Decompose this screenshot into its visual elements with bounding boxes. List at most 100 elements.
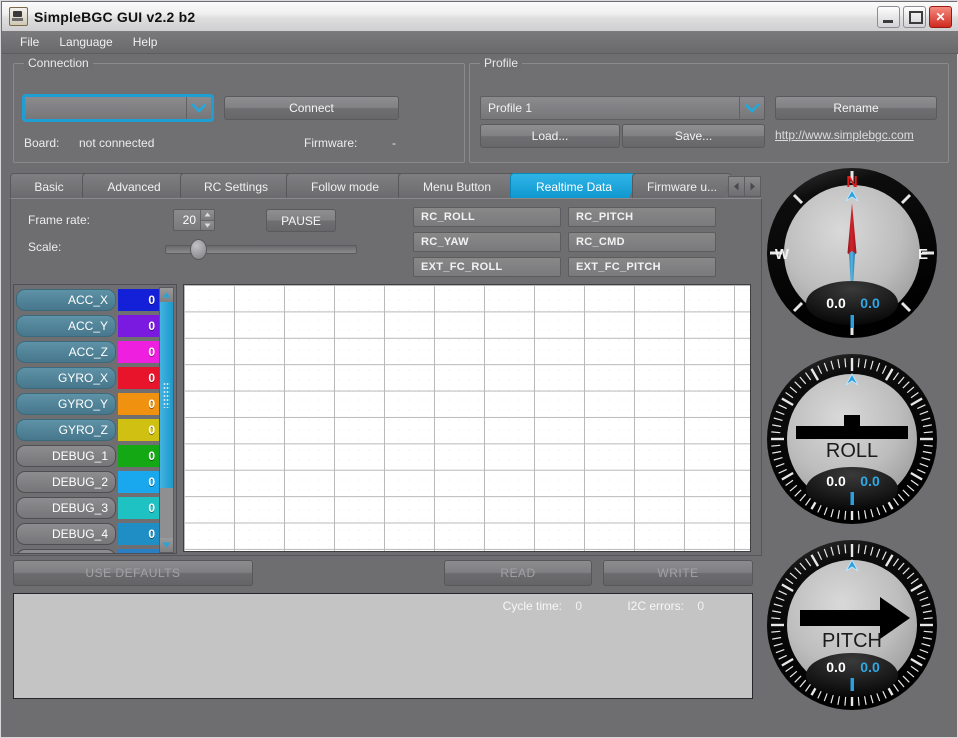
compass-west-label: W (775, 246, 790, 263)
menu-bar: File Language Help (2, 31, 958, 54)
series-list-scroll-thumb[interactable] (160, 302, 173, 488)
tab-scroll-prev-button[interactable] (728, 176, 745, 197)
menu-item-file[interactable]: File (10, 33, 49, 51)
roll-gauge: ROLL 0.0 0.0 (764, 351, 940, 527)
scroll-up-arrow-icon[interactable] (160, 288, 173, 302)
scale-slider[interactable] (165, 239, 357, 260)
series-value-gyro-x: 0 (118, 366, 161, 389)
load-profile-button[interactable]: Load... (480, 124, 620, 148)
profile-select-value: Profile 1 (488, 101, 533, 115)
maximize-button[interactable] (903, 6, 926, 28)
pitch-value-white: 0.0 (826, 659, 846, 675)
window-controls: ✕ (877, 6, 952, 28)
cycle-time-label: Cycle time: (502, 599, 562, 613)
series-label: ACC_X (67, 292, 108, 307)
tab-rc-settings[interactable]: RC Settings (180, 173, 292, 199)
series-label: DEBUG_1 (51, 448, 108, 463)
connect-button[interactable]: Connect (224, 96, 399, 120)
scale-slider-thumb[interactable] (190, 239, 208, 260)
read-button[interactable]: READ (444, 560, 592, 586)
i2c-errors-value: 0 (697, 599, 704, 613)
series-toggle-acc-z[interactable]: ACC_Z (16, 340, 116, 363)
series-label: GYRO_Z (58, 422, 108, 437)
series-list-scrollbar[interactable] (159, 287, 174, 553)
series-toggle-debug-2[interactable]: DEBUG_2 (16, 470, 116, 493)
firmware-label: Firmware: (304, 136, 358, 150)
application-window: SimpleBGC GUI v2.2 b2 ✕ File Language He… (0, 0, 958, 738)
scroll-down-arrow-icon[interactable] (160, 538, 173, 552)
write-button[interactable]: WRITE (603, 560, 753, 586)
series-value-acc-z: 0 (118, 340, 161, 363)
chevron-down-icon (739, 97, 764, 119)
series-toggle-gyro-z[interactable]: GYRO_Z (16, 418, 116, 441)
i2c-errors-label: I2C errors: (627, 599, 684, 613)
close-button[interactable]: ✕ (929, 6, 952, 28)
simplebgc-website-link[interactable]: http://www.simplebgc.com (775, 128, 914, 142)
com-port-select[interactable] (22, 94, 214, 122)
save-profile-button[interactable]: Save... (622, 124, 765, 148)
series-row: ACC_Z 0 (16, 339, 162, 364)
title-bar: SimpleBGC GUI v2.2 b2 ✕ (2, 2, 958, 32)
series-row: GYRO_Z 0 (16, 417, 162, 442)
series-value-gyro-y: 0 (118, 392, 161, 415)
pitch-value-cyan: 0.0 (860, 659, 880, 675)
rc-field-ext-fc-pitch: EXT_FC_PITCH (568, 257, 716, 277)
log-console[interactable]: Cycle time: 0 I2C errors: 0 (13, 593, 753, 699)
series-row: DEBUG_4 0 (16, 521, 162, 546)
roll-value-cyan: 0.0 (860, 473, 880, 489)
realtime-chart-plot[interactable] (183, 284, 751, 552)
pause-button[interactable]: PAUSE (266, 209, 336, 232)
profile-select[interactable]: Profile 1 (480, 96, 765, 120)
use-defaults-button[interactable]: USE DEFAULTS (13, 560, 253, 586)
series-row: GYRO_X 0 (16, 365, 162, 390)
series-row: DEBUG_3 0 (16, 495, 162, 520)
series-toggle-gyro-x[interactable]: GYRO_X (16, 366, 116, 389)
series-value-debug-2: 0 (118, 470, 161, 493)
tab-bar: Basic Advanced RC Settings Follow mode M… (10, 173, 762, 199)
series-toggle-gyro-y[interactable]: GYRO_Y (16, 392, 116, 415)
series-value-gyro-z: 0 (118, 418, 161, 441)
rc-field-rc-yaw: RC_YAW (413, 232, 561, 252)
yaw-compass-gauge: N W E 0.0 0.0 (764, 165, 940, 341)
tab-firmware-upgrade[interactable]: Firmware u... (632, 173, 732, 199)
tab-follow-mode[interactable]: Follow mode (286, 173, 404, 199)
rename-profile-button[interactable]: Rename (775, 96, 937, 120)
series-value-acc-x: 0 (118, 288, 161, 311)
rc-field-rc-roll: RC_ROLL (413, 207, 561, 227)
firmware-value: - (392, 136, 396, 150)
menu-item-help[interactable]: Help (123, 33, 168, 51)
frame-rate-decrement-button[interactable] (201, 219, 214, 230)
series-toggle-partial[interactable] (16, 548, 116, 553)
series-label: DEBUG_3 (51, 500, 108, 515)
series-value-partial (118, 548, 161, 553)
tab-realtime-data[interactable]: Realtime Data (510, 173, 638, 199)
connection-panel: Connection Connect Board: not connected … (13, 56, 465, 163)
series-label: ACC_Y (67, 318, 108, 333)
pitch-gauge: PITCH 0.0 0.0 (764, 537, 940, 713)
menu-item-language[interactable]: Language (49, 33, 122, 51)
series-toggle-debug-3[interactable]: DEBUG_3 (16, 496, 116, 519)
tab-basic[interactable]: Basic (10, 173, 88, 199)
frame-rate-increment-button[interactable] (201, 210, 214, 220)
series-row: GYRO_Y 0 (16, 391, 162, 416)
profile-legend: Profile (480, 56, 523, 70)
window-title: SimpleBGC GUI v2.2 b2 (34, 8, 196, 25)
series-row: DEBUG_2 0 (16, 469, 162, 494)
series-row: ACC_X 0 (16, 287, 162, 312)
cycle-time-value: 0 (575, 599, 582, 613)
tab-menu-button[interactable]: Menu Button (398, 173, 516, 199)
tab-advanced[interactable]: Advanced (82, 173, 186, 199)
frame-rate-label: Frame rate: (28, 213, 91, 227)
scroll-thumb-grip (163, 382, 170, 408)
minimize-button[interactable] (877, 6, 900, 28)
compass-north-label: N (846, 174, 858, 191)
series-toggle-acc-y[interactable]: ACC_Y (16, 314, 116, 337)
series-row: ACC_Y 0 (16, 313, 162, 338)
java-coffee-cup-icon (9, 7, 28, 26)
roll-gauge-label: ROLL (826, 440, 878, 462)
frame-rate-stepper[interactable]: 20 (173, 209, 215, 231)
series-toggle-debug-1[interactable]: DEBUG_1 (16, 444, 116, 467)
series-toggle-acc-x[interactable]: ACC_X (16, 288, 116, 311)
series-toggle-debug-4[interactable]: DEBUG_4 (16, 522, 116, 545)
board-label: Board: (24, 136, 60, 150)
